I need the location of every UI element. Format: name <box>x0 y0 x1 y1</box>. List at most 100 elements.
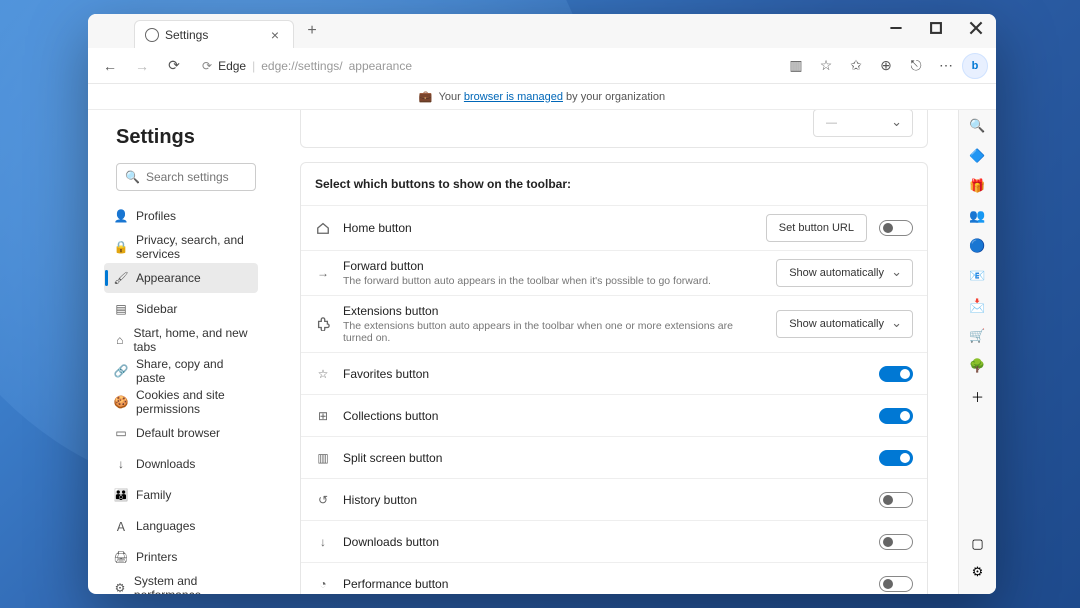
row-collections-button: ⊞ Collections button <box>301 394 927 436</box>
toolbar-buttons-card: Select which buttons to show on the tool… <box>300 162 928 594</box>
forward-dropdown[interactable]: Show automatically <box>776 259 913 287</box>
new-tab-button[interactable]: + <box>300 19 324 43</box>
row-favorites-button: ☆ Favorites button <box>301 352 927 394</box>
set-button-url-button[interactable]: Set button URL <box>766 214 867 242</box>
maximize-button[interactable] <box>916 14 956 42</box>
back-button[interactable]: ← <box>96 52 124 80</box>
managed-infobar: 💼 Your browser is managed by your organi… <box>88 84 996 110</box>
sidebar-item-label: Appearance <box>136 271 201 285</box>
sidebar-item-privacy-search-and-services[interactable]: 🔒 Privacy, search, and services <box>104 232 258 262</box>
search-icon: 🔍 <box>125 170 140 184</box>
edge-sidebar: 🔍 🔷 🎁 👥 🔵 📧 📩 🛒 🌳 ＋ ▢ ⚙ <box>958 110 996 594</box>
row-extensions-button: Extensions button The extensions button … <box>301 295 927 352</box>
lock-icon: 🔒 <box>114 240 128 254</box>
sidebar-item-languages[interactable]: ＡLanguages <box>104 511 258 541</box>
rail-tools-icon[interactable]: 🎁 <box>968 176 988 196</box>
rail-add-icon[interactable]: ＋ <box>968 386 988 406</box>
split-screen-icon[interactable]: ▥ <box>782 52 810 80</box>
sidebar-item-downloads[interactable]: ↓Downloads <box>104 449 258 479</box>
sidebar-item-appearance[interactable]: 🖌 Appearance <box>104 263 258 293</box>
sidebar-item-label: Printers <box>136 550 177 564</box>
refresh-button[interactable]: ⟳ <box>160 52 188 80</box>
sidebar-item-label: Languages <box>136 519 195 533</box>
share-icon: 🔗 <box>114 364 128 378</box>
forward-button: → <box>128 52 156 80</box>
rail-hide-icon[interactable]: ▢ <box>968 534 988 554</box>
cookie-icon: 🍪 <box>114 395 128 409</box>
sidebar-item-profiles[interactable]: 👤Profiles <box>104 201 258 231</box>
sidebar-item-label: Privacy, search, and services <box>136 233 248 261</box>
row-downloads-button: ↓ Downloads button <box>301 520 927 562</box>
performance-toggle[interactable] <box>879 576 913 592</box>
sidebar-item-sidebar[interactable]: ▤Sidebar <box>104 294 258 324</box>
favorites-toggle[interactable] <box>879 366 913 382</box>
rail-office-icon[interactable]: 🔵 <box>968 236 988 256</box>
sidebar-item-label: Default browser <box>136 426 220 440</box>
gauge-icon: ◔ <box>315 576 331 592</box>
browser-icon: ▭ <box>114 426 128 440</box>
sidebar-item-cookies-and-site-permissions[interactable]: 🍪 Cookies and site permissions <box>104 387 258 417</box>
puzzle-icon <box>315 316 331 332</box>
tab-title: Settings <box>165 28 208 42</box>
address-bar[interactable]: ⟳ Edge | edge://settings/appearance <box>192 52 778 80</box>
history-icon: ↺ <box>315 492 331 508</box>
extensions-icon[interactable]: ⎋ <box>902 52 930 80</box>
split-icon: ▥ <box>315 450 331 466</box>
home-icon: ⌂ <box>114 333 125 347</box>
row-home-button: Home button Set button URL <box>301 205 927 250</box>
search-settings-input[interactable]: 🔍 <box>116 163 256 191</box>
sidebar-item-label: Profiles <box>136 209 176 223</box>
settings-nav: 👤Profiles🔒Privacy, search, and services🖌… <box>104 201 258 594</box>
tab-close-icon[interactable]: × <box>267 27 283 43</box>
sidebar-item-printers[interactable]: 🖨 Printers <box>104 542 258 572</box>
download-icon: ↓ <box>114 457 128 471</box>
previous-dropdown[interactable]: — <box>813 110 913 137</box>
collections-icon[interactable]: ⊕ <box>872 52 900 80</box>
rail-shopping-icon[interactable]: 🔷 <box>968 146 988 166</box>
sidebar-item-label: System and performance <box>134 574 248 594</box>
site-identity-icon: ⟳ <box>202 59 212 73</box>
downloads-toggle[interactable] <box>879 534 913 550</box>
sidebar-item-family[interactable]: 👪Family <box>104 480 258 510</box>
download-icon: ↓ <box>315 534 331 550</box>
forward-icon: → <box>315 265 331 281</box>
rail-search-icon[interactable]: 🔍 <box>968 116 988 136</box>
sidebar-item-share-copy-and-paste[interactable]: 🔗Share, copy and paste <box>104 356 258 386</box>
bing-icon[interactable]: b <box>962 53 988 79</box>
search-field[interactable] <box>146 170 247 184</box>
close-window-button[interactable] <box>956 14 996 42</box>
row-split-button: ▥ Split screen button <box>301 436 927 478</box>
rail-tree-icon[interactable]: 🌳 <box>968 356 988 376</box>
rail-cart-icon[interactable]: 🛒 <box>968 326 988 346</box>
brush-icon: 🖌 <box>114 271 128 285</box>
rail-settings-icon[interactable]: ⚙ <box>968 562 988 582</box>
rail-games-icon[interactable]: 👥 <box>968 206 988 226</box>
sidebar-item-label: Start, home, and new tabs <box>133 326 248 354</box>
sidebar-item-start-home-and-new-tabs[interactable]: ⌂ Start, home, and new tabs <box>104 325 258 355</box>
previous-card-fragment: x — <box>300 110 928 148</box>
managed-link[interactable]: browser is managed <box>464 91 563 103</box>
menu-icon[interactable]: ⋯ <box>932 52 960 80</box>
minimize-button[interactable] <box>876 14 916 42</box>
rail-outlook-icon[interactable]: 📧 <box>968 266 988 286</box>
sidebar-item-system-and-performance[interactable]: ⚙System and performance <box>104 573 258 594</box>
extensions-dropdown[interactable]: Show automatically <box>776 310 913 338</box>
briefcase-icon: 💼 <box>419 90 433 103</box>
sidebar-item-default-browser[interactable]: ▭ Default browser <box>104 418 258 448</box>
split-toggle[interactable] <box>879 450 913 466</box>
sidebar-item-label: Cookies and site permissions <box>136 388 248 416</box>
collections-toggle[interactable] <box>879 408 913 424</box>
favorite-star-icon[interactable]: ☆ <box>812 52 840 80</box>
row-forward-button: → Forward button The forward button auto… <box>301 250 927 295</box>
url-host: Edge <box>218 59 246 73</box>
titlebar: Settings × + <box>88 14 996 48</box>
favorites-icon[interactable]: ✩ <box>842 52 870 80</box>
home-button-toggle[interactable] <box>879 220 913 236</box>
row-performance-button: ◔ Performance button <box>301 562 927 594</box>
panel-icon: ▤ <box>114 302 128 316</box>
browser-tab[interactable]: Settings × <box>134 20 294 48</box>
printer-icon: 🖨 <box>114 550 128 564</box>
settings-main: x — Select which buttons to show on the … <box>270 110 958 594</box>
rail-drop-icon[interactable]: 📩 <box>968 296 988 316</box>
history-toggle[interactable] <box>879 492 913 508</box>
